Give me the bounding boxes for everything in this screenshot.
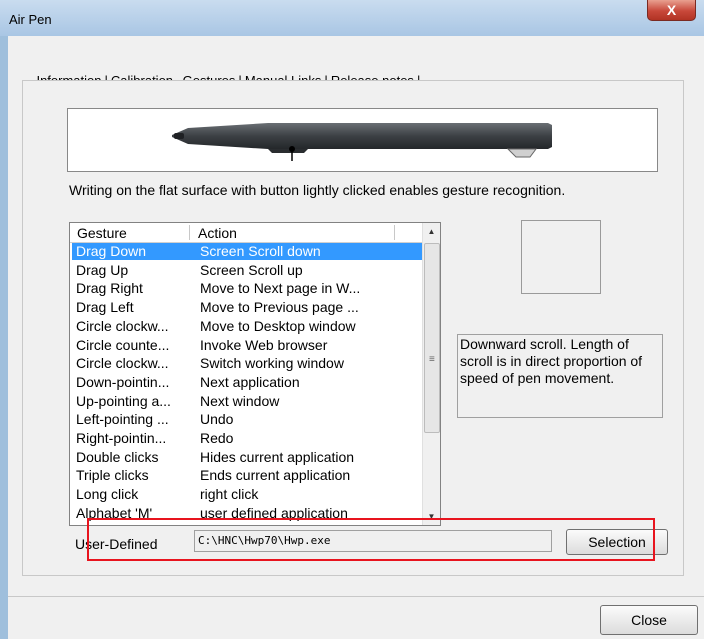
column-divider [394,225,395,240]
column-header-action[interactable]: Action [198,225,237,241]
list-scrollbar[interactable]: ▲ ≡ ▼ [422,223,440,525]
gesture-cell: Left-pointing ... [76,411,169,428]
column-divider [189,225,190,240]
highlight-box [87,518,655,561]
gesture-cell: Up-pointing a... [76,392,171,409]
action-cell: Undo [200,411,234,428]
list-item[interactable]: Down-pointin... Next application [72,374,422,391]
list-item[interactable]: Left-pointing ... Undo [72,411,422,428]
gesture-cell: Double clicks [76,448,159,465]
pen-image-box [67,108,658,172]
action-cell: Next window [200,392,280,409]
air-pen-window: Air Pen X Information|Calibration Gestur… [0,0,704,639]
list-item[interactable]: Drag Left Move to Previous page ... [72,299,422,316]
action-cell: Switch working window [200,355,344,372]
window-close-button[interactable]: X [647,0,696,21]
action-cell: Ends current application [200,467,351,484]
action-cell: Hides current application [200,448,355,465]
scroll-up-arrow-icon[interactable]: ▲ [423,223,440,240]
list-item[interactable]: Drag Right Move to Next page in W... [72,280,422,297]
gesture-preview-box [521,220,601,294]
divider [8,596,704,597]
action-cell: Screen Scroll up [200,261,303,278]
list-header: Gesture Action [70,223,422,243]
gesture-description: Writing on the flat surface with button … [69,182,566,198]
list-item[interactable]: Drag Down Screen Scroll down [72,243,422,260]
list-item[interactable]: Right-pointin... Redo [72,430,422,447]
gesture-help-text: Downward scroll. Length of scroll is in … [457,334,663,418]
list-item[interactable]: Circle clockw... Move to Desktop window [72,318,422,335]
action-cell: Next application [200,373,300,390]
close-button[interactable]: Close [600,605,698,635]
gesture-list[interactable]: Gesture Action Drag Down Screen Scroll do… [69,222,441,526]
action-cell: Screen Scroll down [200,243,321,259]
gesture-cell: Circle clockw... [76,317,169,334]
gesture-cell: Drag Up [76,261,129,278]
gesture-cell: Long click [76,486,139,503]
air-pen-icon [172,123,552,161]
gesture-cell: Down-pointin... [76,373,170,390]
gesture-cell: Drag Right [76,280,143,297]
gesture-cell: Right-pointin... [76,430,167,446]
window-title: Air Pen [9,12,52,27]
gesture-cell: Drag Left [76,299,134,316]
action-cell: Move to Desktop window [200,317,356,334]
list-item[interactable]: Circle clockw... Switch working window [72,355,422,372]
list-item[interactable]: Long click right click [72,486,422,503]
list-item[interactable]: Up-pointing a... Next window [72,393,422,410]
scroll-thumb[interactable]: ≡ [424,243,440,433]
gesture-cell: Circle counte... [76,336,170,353]
action-cell: Move to Previous page ... [200,299,359,316]
gesture-cell: Drag Down [76,243,147,259]
grip-icon: ≡ [429,354,435,365]
action-cell: right click [200,486,259,503]
action-cell: Invoke Web browser [200,336,328,353]
list-item[interactable]: Drag Up Screen Scroll up [72,262,422,279]
gesture-cell: Circle clockw... [76,355,169,372]
column-header-gesture[interactable]: Gesture [77,225,127,241]
title-bar[interactable]: Air Pen X [0,0,704,36]
list-item[interactable]: Triple clicks Ends current application [72,467,422,484]
action-cell: Move to Next page in W... [200,280,361,297]
action-cell: Redo [200,430,234,446]
gesture-cell: Triple clicks [76,467,149,484]
list-item[interactable]: Circle counte... Invoke Web browser [72,337,422,354]
list-item[interactable]: Double clicks Hides current application [72,449,422,466]
